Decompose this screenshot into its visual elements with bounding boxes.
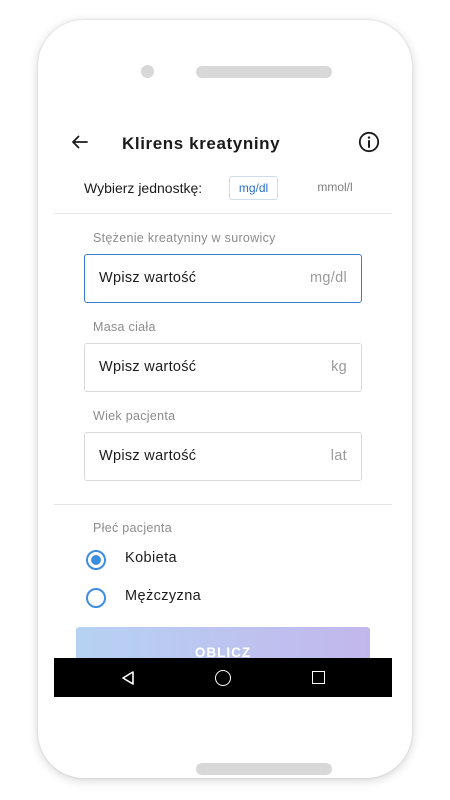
creatinine-unit: mg/dl xyxy=(310,270,347,286)
age-input[interactable]: Wpisz wartość lat xyxy=(84,432,362,481)
gender-label: Płeć pacjenta xyxy=(93,521,172,535)
creatinine-placeholder: Wpisz wartość xyxy=(99,270,197,286)
unit-option-mg-dl[interactable]: mg/dl xyxy=(229,176,278,200)
nav-home-icon[interactable] xyxy=(215,670,231,686)
system-nav-bar xyxy=(54,658,392,697)
body-mass-field-label: Masa ciała xyxy=(93,320,156,334)
radio-checked-icon[interactable] xyxy=(86,550,106,570)
unit-label: Wybierz jednostkę: xyxy=(84,180,203,196)
body-mass-unit: kg xyxy=(331,359,347,375)
body-mass-placeholder: Wpisz wartość xyxy=(99,359,197,375)
speaker-grille xyxy=(196,66,332,78)
camera-dot xyxy=(141,65,154,78)
age-unit: lat xyxy=(330,448,347,464)
radio-male[interactable]: Mężczyzna xyxy=(84,586,224,610)
radio-male-label: Mężczyzna xyxy=(125,588,202,604)
radio-female[interactable]: Kobieta xyxy=(84,548,204,572)
info-circle-icon[interactable] xyxy=(358,131,380,153)
divider xyxy=(54,504,392,505)
home-bar xyxy=(196,763,332,775)
app-bar: Klirens kreatyniny xyxy=(54,110,392,174)
app-screen: Klirens kreatyniny Wybierz jednostkę: mg… xyxy=(54,110,392,697)
arrow-left-icon[interactable] xyxy=(70,132,90,152)
divider xyxy=(54,213,392,214)
nav-back-icon[interactable] xyxy=(120,670,136,686)
unit-option-mmol-l[interactable]: mmol/l xyxy=(309,176,361,198)
page-title: Klirens kreatyniny xyxy=(122,134,281,153)
age-placeholder: Wpisz wartość xyxy=(99,448,197,464)
age-field-label: Wiek pacjenta xyxy=(93,409,176,423)
radio-unchecked-icon[interactable] xyxy=(86,588,106,608)
nav-recents-icon[interactable] xyxy=(312,671,325,684)
body-mass-input[interactable]: Wpisz wartość kg xyxy=(84,343,362,392)
creatinine-field-label: Stężenie kreatyniny w surowicy xyxy=(93,231,276,245)
radio-female-label: Kobieta xyxy=(125,550,177,566)
creatinine-input[interactable]: Wpisz wartość mg/dl xyxy=(84,254,362,303)
